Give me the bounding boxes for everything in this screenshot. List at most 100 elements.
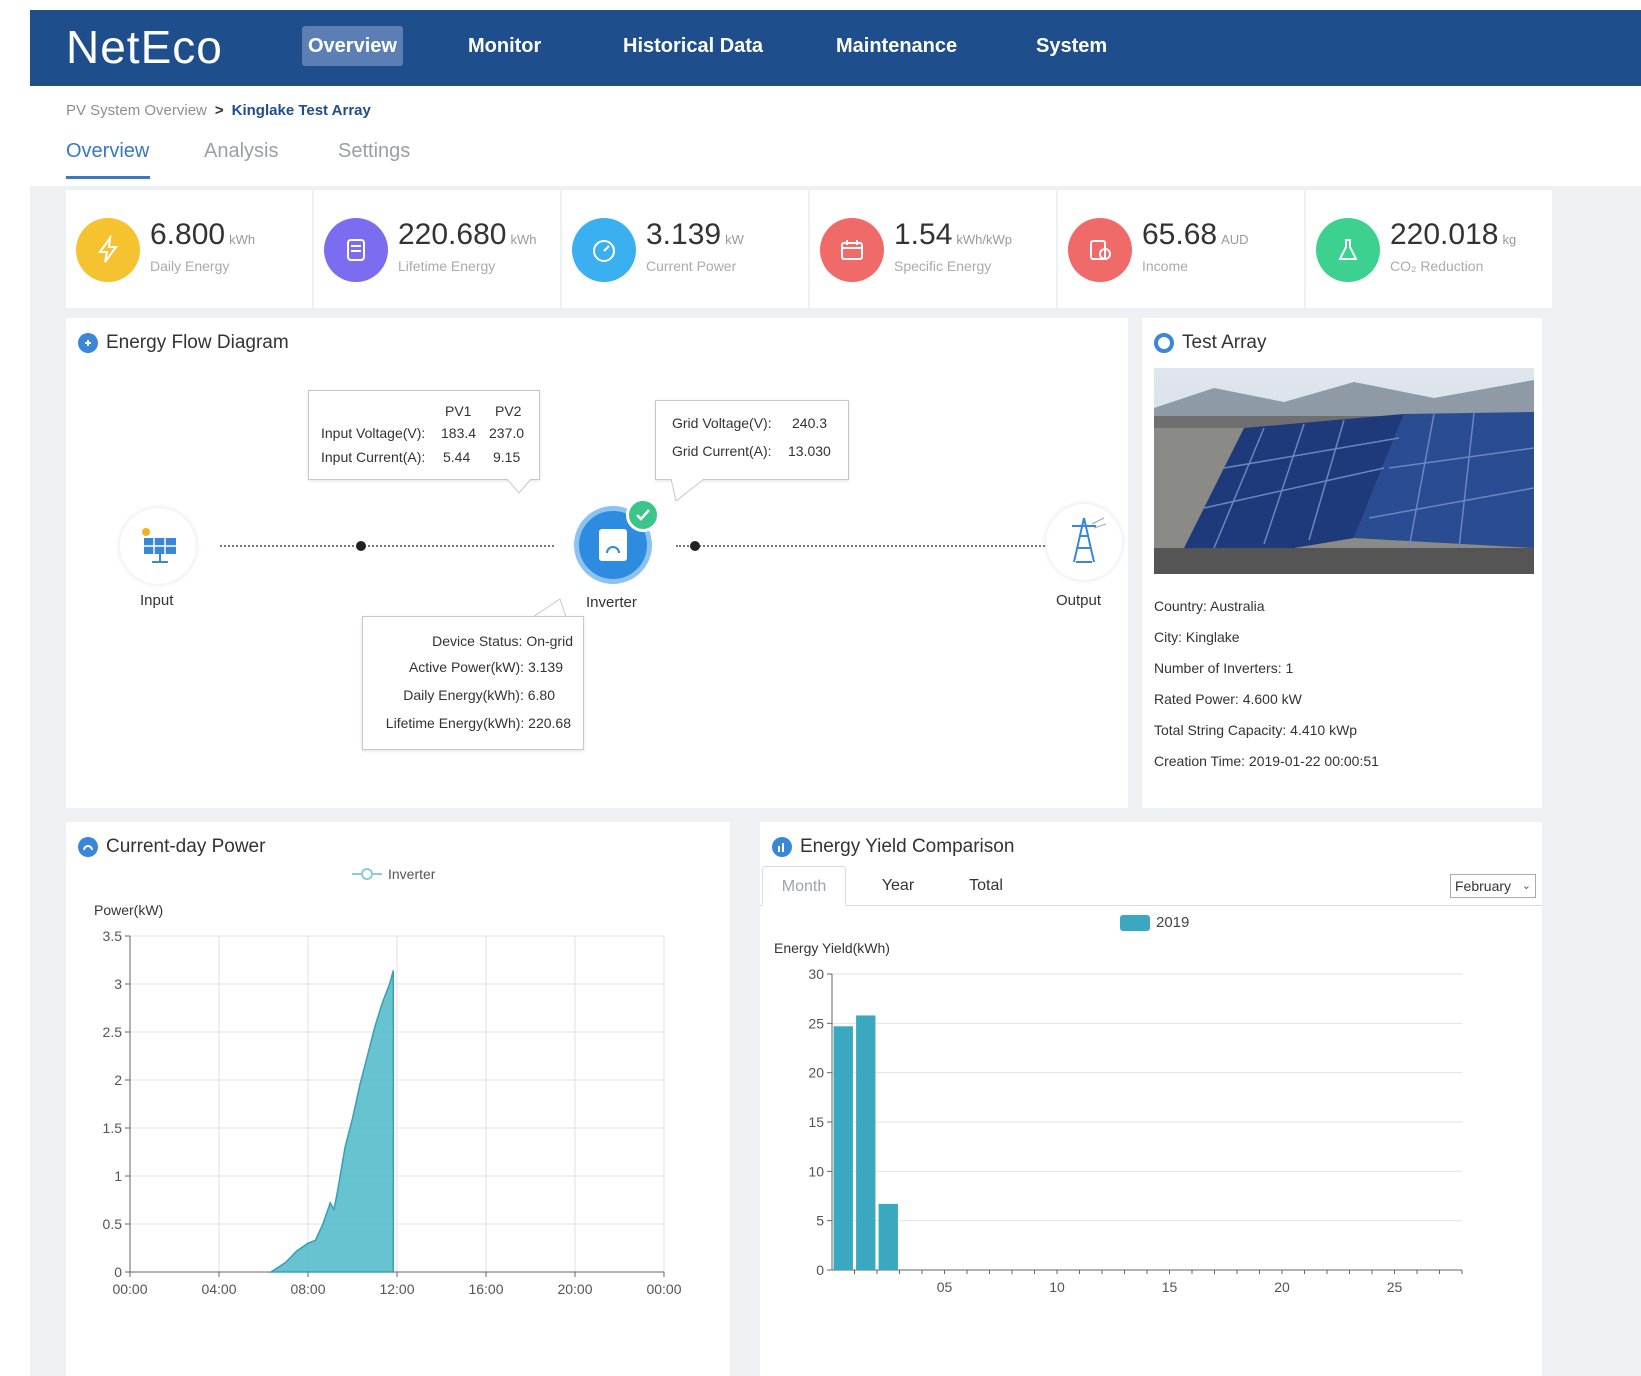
breadcrumb-root[interactable]: PV System Overview [66,102,207,119]
current-day-power-title-text: Current-day Power [106,836,266,857]
breadcrumb-current: Kinglake Test Array [231,102,371,119]
power-area-chart: 0 0.5 1 1.5 2 2.5 3 3.5 00:00 04:00 08:00 12:00 16:0… [103,928,682,1297]
y-tick-label: 1.5 [103,1120,123,1136]
output-flow-node [690,541,700,551]
solar-panel-icon [142,528,176,563]
info-country: Country: Australia [1154,598,1265,614]
y-tick-label: 1 [114,1168,122,1184]
kpi-value-number: 65.68 [1142,218,1218,251]
nav-overview[interactable]: Overview [302,26,403,66]
transmission-tower-icon [1072,517,1107,563]
test-array-title-text: Test Array [1182,332,1267,353]
kpi-label: CO₂ Reduction [1390,258,1484,274]
input-voltage-pv2: 237.0 [489,425,525,441]
legend-line-marker [352,868,382,880]
kpi-label: Lifetime Energy [398,258,496,274]
yield-bar [833,1026,853,1270]
tab-month[interactable]: Month [762,866,846,906]
pv2-header: PV2 [495,403,522,419]
energy-yield-title: Energy Yield Comparison [772,836,1014,858]
power-chart-legend[interactable]: Inverter [352,866,435,882]
panel-title-icon [78,333,98,353]
kpi-unit: kW [725,232,744,247]
energy-yield-title-text: Energy Yield Comparison [800,836,1015,857]
tab-year[interactable]: Year [868,866,928,906]
yield-chart-legend[interactable]: 2019 [1120,914,1189,931]
tab-overview[interactable]: Overview [66,140,149,163]
power-chart-ylabel: Power(kW) [94,902,164,918]
y-tick-label: 0 [816,1262,824,1278]
top-nav-bar: NetEco Overview Monitor Historical Data … [30,10,1641,86]
active-tab-indicator [66,176,150,179]
panel-title-icon [772,837,792,857]
yield-bar [856,1015,876,1270]
kpi-icon-circle [76,218,140,282]
kpi-label: Daily Energy [150,258,230,274]
kpi-value-number: 1.54 [894,218,953,251]
x-tick-label: 15 [1162,1279,1178,1295]
chevron-down-icon: ⌄ [1519,875,1531,897]
nav-maintenance[interactable]: Maintenance [830,26,963,66]
y-tick-label: 3.5 [103,928,123,944]
calendar-icon [841,240,863,260]
kpi-card-income: 65.68 AUD Income [1058,190,1304,308]
input-label: Input [140,592,174,609]
kpi-unit: kg [1502,232,1517,247]
breadcrumb: PV System Overview > Kinglake Test Array [66,102,371,119]
y-tick-label: 0 [114,1264,122,1280]
output-label: Output [1056,592,1102,609]
tab-analysis[interactable]: Analysis [204,140,278,163]
app-root: NetEco Overview Monitor Historical Data … [30,10,1641,1376]
kpi-icon-circle [572,218,636,282]
input-current-label: Input Current(A): [321,449,426,465]
current-day-power-title: Current-day Power [78,836,265,858]
x-tick-label: 16:00 [468,1281,503,1297]
kpi-label: Income [1142,258,1188,274]
energy-flow-title: Energy Flow Diagram [78,332,289,354]
status-ok-badge [626,498,660,532]
kpi-unit: kWh [510,232,537,247]
solar-array-photo [1154,368,1534,574]
kpi-value-number: 220.680 [398,218,507,251]
info-creation-time: Creation Time: 2019-01-22 00:00:51 [1154,753,1379,769]
kpi-value: 1.54 kWh/kWp [894,218,1012,252]
energy-yield-bar-chart: 05101520253005 10 15 20 25 [808,966,1463,1295]
panel-title-icon [1154,333,1174,353]
subheader: PV System Overview > Kinglake Test Array O… [30,86,1641,186]
input-current-pv1: 5.44 [443,449,471,465]
energy-flow-title-text: Energy Flow Diagram [106,332,289,353]
inverter-label: Inverter [586,594,637,611]
input-node[interactable] [120,508,196,584]
gauge-icon [593,240,615,262]
output-node[interactable] [1046,504,1122,580]
daily-energy-label: Daily Energy(kWh): [403,687,524,703]
kpi-card-co2-reduction: 220.018 kg CO₂ Reduction [1306,190,1552,308]
meter-icon [347,239,365,261]
kpi-icon-circle [820,218,884,282]
kpi-card-daily-energy: 6.800 kWh Daily Energy [66,190,312,308]
kpi-value-number: 6.800 [150,218,226,251]
x-tick-label: 00:00 [646,1281,681,1297]
nav-monitor[interactable]: Monitor [462,26,547,66]
energy-yield-panel: Energy Yield Comparison Month Year Total… [760,822,1542,1376]
kpi-value: 220.680 kWh [398,218,536,252]
neteco-logo[interactable]: NetEco [66,20,223,74]
tab-total[interactable]: Total [956,866,1016,906]
nav-historical-data[interactable]: Historical Data [617,26,769,66]
grid-voltage-label: Grid Voltage(V): [672,415,772,431]
kpi-value: 65.68 AUD [1142,218,1249,252]
device-status-tooltip: Device Status: On-grid Active Power(kW):… [362,616,584,750]
y-tick-label: 15 [808,1114,824,1130]
month-select[interactable]: February ⌄ [1450,874,1536,898]
tab-settings[interactable]: Settings [338,140,410,163]
info-rated-power: Rated Power: 4.600 kW [1154,691,1302,707]
x-tick-label: 08:00 [290,1281,325,1297]
kpi-value: 6.800 kWh [150,218,255,252]
device-status-row: Device Status: On-grid [432,633,573,649]
lifetime-energy-value: 220.68 [528,715,571,731]
x-tick-label: 05 [937,1279,953,1295]
x-tick-label: 10 [1049,1279,1065,1295]
x-tick-label: 20 [1274,1279,1290,1295]
nav-system[interactable]: System [1030,26,1113,66]
input-flow-line [220,545,554,547]
